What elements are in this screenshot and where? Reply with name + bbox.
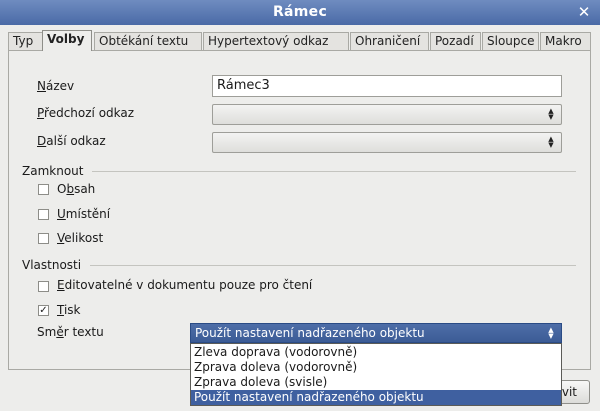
spin-icon: ▲ ▼: [548, 107, 554, 121]
lock-divider: [92, 171, 576, 172]
properties-divider: [90, 265, 576, 266]
tab-obtekani-textu[interactable]: Obtékání textu: [94, 32, 202, 50]
size-checkbox[interactable]: [38, 233, 49, 244]
tab-ohraniceni[interactable]: Ohraničení: [350, 32, 429, 50]
tab-pozadi[interactable]: Pozadí: [430, 32, 481, 50]
tab-bar: Typ Volby Obtékání textu Hypertextový od…: [8, 30, 598, 51]
tab-typ[interactable]: Typ: [8, 32, 44, 50]
next-link-select[interactable]: ▲ ▼: [212, 132, 562, 153]
option-use-parent-settings[interactable]: Použít nastavení nadřazeného objektu: [191, 390, 561, 405]
close-icon[interactable]: ✕: [574, 2, 594, 22]
print-label: Tisk: [57, 303, 81, 317]
spin-icon: ▲ ▼: [548, 326, 554, 340]
option-right-to-left-horizontal[interactable]: Zprava doleva (vodorovně): [191, 360, 561, 375]
text-direction-value: Použít nastavení nadřazeného objektu: [195, 326, 425, 340]
prev-link-label: Předchozí odkaz: [37, 106, 135, 120]
size-label: Velikost: [57, 231, 104, 245]
name-input[interactable]: Rámec3: [212, 75, 562, 97]
print-checkbox[interactable]: ✓: [38, 305, 49, 316]
tab-volby[interactable]: Volby: [42, 30, 92, 51]
option-right-to-left-vertical[interactable]: Zprava doleva (svisle): [191, 375, 561, 390]
window-title: Rámec: [272, 4, 328, 20]
title-bar: Rámec ✕: [0, 0, 600, 25]
spin-icon: ▲ ▼: [548, 135, 554, 149]
next-link-label: Další odkaz: [37, 134, 106, 148]
prev-link-select[interactable]: ▲ ▼: [212, 104, 562, 125]
tab-makro[interactable]: Makro: [540, 32, 591, 50]
content-checkbox[interactable]: [38, 184, 49, 195]
editable-label: Editovatelné v dokumentu pouze pro čtení: [57, 278, 313, 292]
option-left-to-right[interactable]: Zleva doprava (vodorovně): [191, 345, 561, 360]
lock-heading: Zamknout: [22, 164, 84, 178]
editable-checkbox[interactable]: [38, 281, 49, 292]
tab-sloupce[interactable]: Sloupce: [482, 32, 539, 50]
name-label: Název: [37, 79, 75, 93]
text-direction-label: Směr textu: [37, 325, 104, 339]
position-label: Umístění: [57, 207, 111, 221]
text-direction-select[interactable]: Použít nastavení nadřazeného objektu ▲ ▼: [190, 323, 562, 343]
position-checkbox[interactable]: [38, 209, 49, 220]
content-label: Obsah: [57, 182, 96, 196]
tab-hypertextovy-odkaz[interactable]: Hypertextový odkaz: [203, 32, 349, 50]
properties-heading: Vlastnosti: [22, 258, 82, 272]
text-direction-dropdown-list: Zleva doprava (vodorovně) Zprava doleva …: [190, 343, 562, 406]
